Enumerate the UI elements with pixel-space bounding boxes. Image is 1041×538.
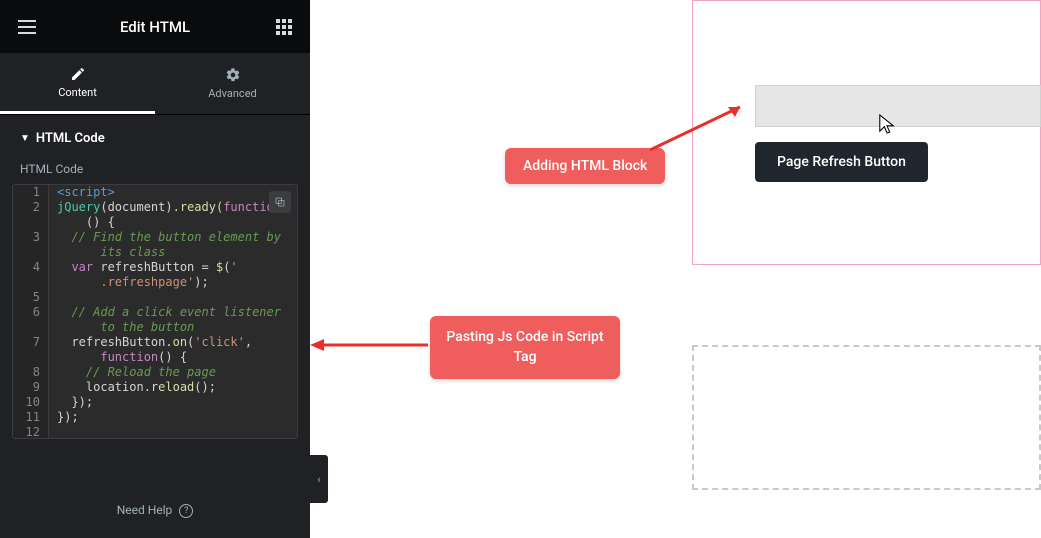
empty-section-dropzone[interactable] xyxy=(692,345,1041,490)
menu-button[interactable] xyxy=(0,0,53,53)
gear-icon xyxy=(225,67,241,83)
apps-button[interactable] xyxy=(257,0,310,53)
tab-content-label: Content xyxy=(58,86,97,99)
copy-icon xyxy=(274,196,286,208)
page-refresh-button[interactable]: Page Refresh Button xyxy=(755,142,928,182)
tab-advanced[interactable]: Advanced xyxy=(155,53,310,114)
help-label: Need Help xyxy=(117,503,173,517)
copy-button[interactable] xyxy=(269,191,291,213)
section-toggle[interactable]: ▼ HTML Code xyxy=(0,115,310,156)
pencil-icon xyxy=(70,66,86,82)
field-label: HTML Code xyxy=(0,156,310,184)
help-link[interactable]: Need Help ? xyxy=(0,503,310,518)
panel-collapse-handle[interactable]: ‹ xyxy=(310,455,328,503)
cursor-icon xyxy=(878,113,896,139)
caret-down-icon: ▼ xyxy=(20,133,30,144)
arrow-annotation xyxy=(308,330,438,360)
html-widget-placeholder[interactable] xyxy=(755,85,1041,127)
tab-advanced-label: Advanced xyxy=(208,87,256,100)
tab-content[interactable]: Content xyxy=(0,53,155,114)
section-title: HTML Code xyxy=(36,131,105,146)
editor-sidebar: Edit HTML Content Advanced ▼ HTML Code H… xyxy=(0,0,310,538)
preview-canvas: Page Refresh Button Adding HTML Block Pa… xyxy=(340,0,1041,538)
grid-icon xyxy=(276,19,292,35)
callout-js-code: Pasting Js Code in Script Tag xyxy=(430,316,620,379)
arrow-annotation xyxy=(640,95,760,155)
sidebar-header: Edit HTML xyxy=(0,0,310,53)
help-icon: ? xyxy=(179,504,193,518)
menu-icon xyxy=(18,20,36,34)
tabs: Content Advanced xyxy=(0,53,310,115)
code-editor[interactable]: 1<script> 2jQuery(document).ready(functi… xyxy=(12,184,298,439)
